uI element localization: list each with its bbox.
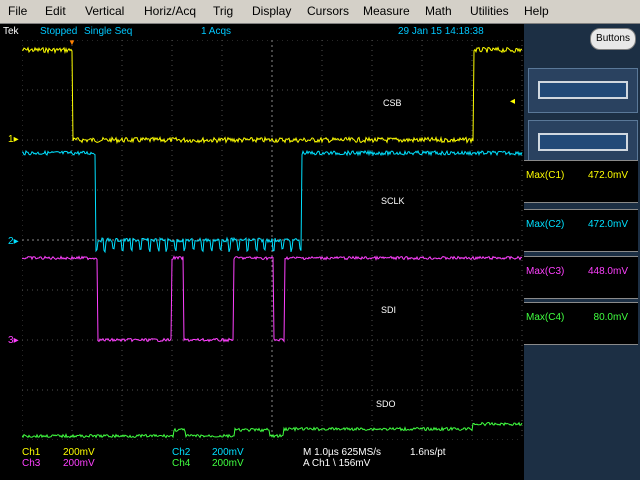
csb-label: CSB — [383, 98, 402, 108]
sdi-label: SDI — [381, 305, 396, 315]
ch4-label: Ch4 — [172, 458, 191, 469]
ch3-scale[interactable]: 200mV — [63, 458, 95, 469]
panel-field-2[interactable] — [538, 133, 628, 151]
measurement-label: Max(C2) — [526, 219, 565, 230]
menu-bar: File Edit Vertical Horiz/Acq Trig Displa… — [0, 0, 640, 24]
brand-label: Tek — [3, 26, 19, 37]
menu-horiz-acq[interactable]: Horiz/Acq — [144, 4, 196, 18]
menu-help[interactable]: Help — [524, 4, 549, 18]
trigger-position-icon[interactable]: ▼ — [68, 38, 76, 47]
measurement-label: Max(C3) — [526, 266, 565, 277]
measurement-value: 472.0mV — [587, 170, 628, 181]
ch2-marker[interactable]: 2▸ — [8, 236, 19, 247]
acq-state: Stopped — [40, 26, 78, 37]
measurement-c4[interactable]: Max(C4) 80.0mV — [524, 302, 638, 345]
acq-count: 1 Acqs — [201, 26, 232, 37]
ch1-scale[interactable]: 200mV — [63, 447, 95, 458]
menu-vertical[interactable]: Vertical — [85, 4, 124, 18]
channel-readout: Ch1 200mV Ch3 200mV Ch2 200mV Ch4 200mV … — [0, 440, 524, 480]
measurement-c3[interactable]: Max(C3) 448.0mV — [524, 256, 638, 299]
measurement-value: 448.0mV — [587, 266, 628, 277]
ch3-waveform — [22, 255, 523, 343]
ch3-marker[interactable]: 3▸ — [8, 335, 19, 346]
menu-display[interactable]: Display — [252, 4, 291, 18]
sclk-label: SCLK — [381, 196, 405, 206]
arrow-right-icon: ▸ — [13, 134, 19, 145]
measurement-label: Max(C1) — [526, 170, 565, 181]
panel-field-1[interactable] — [538, 81, 628, 99]
waveform-display[interactable]: CSB SCLK SDI SDO — [22, 40, 524, 440]
ch1-label: Ch1 — [22, 447, 41, 458]
measurement-c1[interactable]: Max(C1) 472.0mV — [524, 160, 638, 203]
arrow-right-icon: ▸ — [13, 335, 19, 346]
menu-trig[interactable]: Trig — [213, 4, 233, 18]
arrow-right-icon: ▸ — [13, 236, 19, 247]
resolution-readout: 1.6ns/pt — [410, 447, 446, 458]
menu-edit[interactable]: Edit — [45, 4, 66, 18]
trigger-readout[interactable]: A Ch1 \ 156mV — [303, 458, 370, 469]
ch2-scale[interactable]: 200mV — [212, 447, 244, 458]
ch2-label: Ch2 — [172, 447, 191, 458]
ch4-scale[interactable]: 200mV — [212, 458, 244, 469]
menu-measure[interactable]: Measure — [363, 4, 410, 18]
measurement-value: 472.0mV — [587, 219, 628, 230]
timestamp: 29 Jan 15 14:18:38 — [398, 26, 484, 37]
sdo-label: SDO — [376, 399, 396, 409]
menu-math[interactable]: Math — [425, 4, 452, 18]
measurement-label: Max(C4) — [526, 312, 565, 323]
measurement-c2[interactable]: Max(C2) 472.0mV — [524, 209, 638, 252]
status-bar: Tek Stopped Single Seq 1 Acqs 29 Jan 15 … — [0, 24, 524, 40]
menu-cursors[interactable]: Cursors — [307, 4, 349, 18]
menu-utilities[interactable]: Utilities — [470, 4, 509, 18]
ch1-marker[interactable]: 1▸ — [8, 134, 19, 145]
menu-file[interactable]: File — [8, 4, 27, 18]
measurement-value: 80.0mV — [593, 312, 628, 323]
ch3-label: Ch3 — [22, 458, 41, 469]
timebase-readout[interactable]: M 1.0µs 625MS/s — [303, 447, 381, 458]
waveform-svg: CSB SCLK SDI SDO — [22, 40, 523, 440]
acq-mode: Single Seq — [84, 26, 133, 37]
buttons-button[interactable]: Buttons — [590, 28, 636, 50]
